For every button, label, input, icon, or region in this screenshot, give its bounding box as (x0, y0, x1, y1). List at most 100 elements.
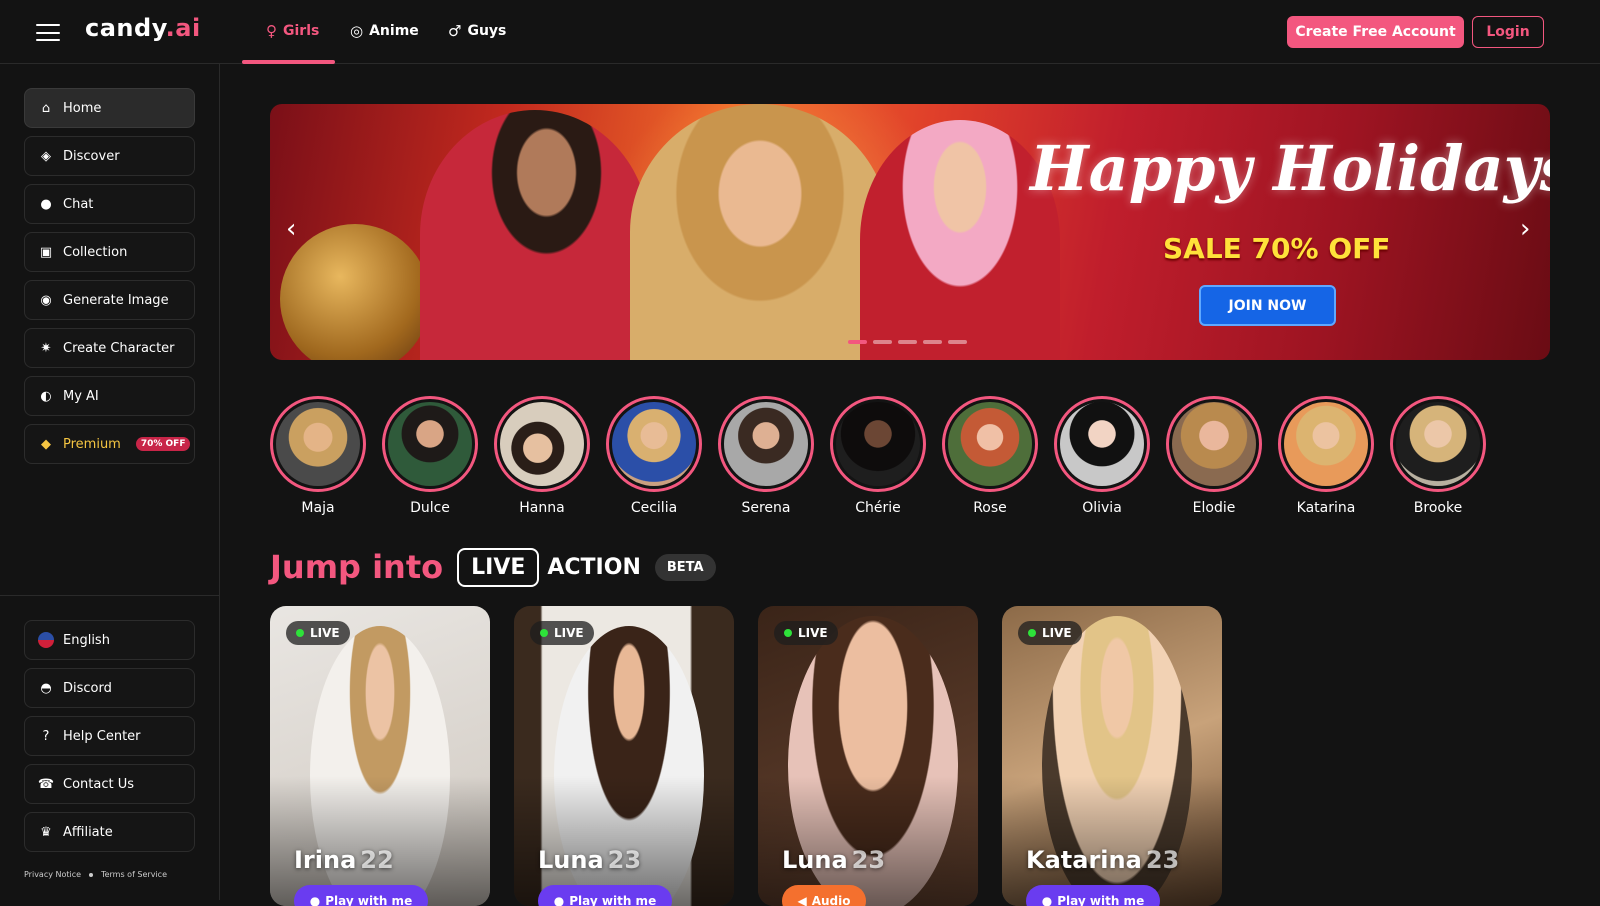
avatar (948, 402, 1032, 486)
carousel-dot[interactable] (948, 340, 967, 344)
carousel-dot[interactable] (923, 340, 942, 344)
tab-label: Girls (283, 23, 320, 39)
terms-link[interactable]: Terms of Service (101, 870, 167, 879)
sidebar-item-collection[interactable]: ▣ Collection (24, 232, 195, 272)
sidebar-item-contact-us[interactable]: ☎ Contact Us (24, 764, 195, 804)
story-item[interactable]: Serena (718, 396, 814, 516)
character-card[interactable]: LIVE Luna 23 ● Play with me (514, 606, 734, 906)
privacy-link[interactable]: Privacy Notice (24, 870, 81, 879)
create-account-button[interactable]: Create Free Account (1287, 16, 1464, 48)
us-flag-icon (38, 632, 54, 648)
play-button[interactable]: ● Play with me (294, 885, 428, 906)
carousel-dot[interactable] (898, 340, 917, 344)
mask-icon: ◐ (40, 388, 52, 404)
play-button[interactable]: ● Play with me (538, 885, 672, 906)
anime-icon: ◎ (350, 22, 364, 40)
character-card[interactable]: LIVE Irina 22 ● Play with me (270, 606, 490, 906)
sidebar-item-home[interactable]: ⌂ Home (24, 88, 195, 128)
live-dot-icon (540, 629, 548, 637)
live-badge-label: LIVE (798, 626, 828, 640)
story-item[interactable]: Katarina (1278, 396, 1374, 516)
language-selector[interactable]: English (24, 620, 195, 660)
card-name-text: Luna (782, 846, 848, 874)
sidebar-item-help-center[interactable]: ? Help Center (24, 716, 195, 756)
live-label: LIVE (457, 547, 540, 587)
story-ring (718, 396, 814, 492)
menu-icon[interactable] (36, 24, 60, 41)
avatar (1172, 402, 1256, 486)
live-badge: LIVE (286, 621, 350, 645)
story-ring (494, 396, 590, 492)
beta-badge: BETA (654, 553, 716, 581)
discount-badge: 70% OFF (135, 437, 191, 451)
avatar (612, 402, 696, 486)
audio-button[interactable]: ◀ Audio (782, 885, 866, 906)
heading-prefix: Jump into (270, 548, 444, 586)
chevron-left-icon[interactable]: ‹ (286, 214, 296, 244)
camera-icon: ◉ (40, 292, 52, 308)
tab-guys[interactable]: ♂ Guys (448, 22, 506, 40)
sidebar-item-my-ai[interactable]: ◐ My AI (24, 376, 195, 416)
login-button[interactable]: Login (1472, 16, 1544, 48)
live-badge-label: LIVE (554, 626, 584, 640)
trophy-icon: ♛ (40, 824, 52, 840)
chevron-right-icon[interactable]: › (1520, 214, 1530, 244)
sidebar-item-chat[interactable]: ● Chat (24, 184, 195, 224)
button-label: Audio (811, 894, 851, 906)
sidebar-item-label: Home (63, 100, 102, 116)
logo[interactable]: candy.ai (85, 14, 201, 42)
story-item[interactable]: Maja (270, 396, 366, 516)
speaker-icon: ◀ (797, 894, 807, 906)
story-item[interactable]: Olivia (1054, 396, 1150, 516)
sidebar-item-discord[interactable]: ◓ Discord (24, 668, 195, 708)
card-name: Luna 23 (538, 846, 641, 874)
sidebar-item-premium[interactable]: ◆ Premium 70% OFF (24, 424, 195, 464)
tab-anime[interactable]: ◎ Anime (350, 22, 419, 40)
promo-banner[interactable]: Happy Holidays SALE 70% OFF JOIN NOW ‹ › (270, 104, 1550, 360)
banner-title: Happy Holidays (1030, 132, 1550, 205)
banner-sale-text: SALE 70% OFF (1163, 232, 1391, 265)
model-image (420, 110, 650, 360)
avatar (388, 402, 472, 486)
tab-label: Anime (369, 23, 419, 39)
story-ring (1390, 396, 1486, 492)
sidebar-item-generate-image[interactable]: ◉ Generate Image (24, 280, 195, 320)
home-icon: ⌂ (41, 100, 51, 116)
compass-icon: ◈ (41, 148, 51, 164)
story-ring (270, 396, 366, 492)
live-badge: LIVE (1018, 621, 1082, 645)
sidebar-item-label: Generate Image (63, 292, 169, 308)
story-item[interactable]: Hanna (494, 396, 590, 516)
logo-text: candy (85, 14, 166, 42)
story-item[interactable]: Dulce (382, 396, 478, 516)
carousel-dot[interactable] (873, 340, 892, 344)
tab-girls[interactable]: ♀ Girls (266, 22, 319, 40)
sidebar-item-create-character[interactable]: ✷ Create Character (24, 328, 195, 368)
card-name-text: Luna (538, 846, 604, 874)
carousel-dots (848, 340, 967, 344)
play-button[interactable]: ● Play with me (1026, 885, 1160, 906)
person-icon: ● (309, 894, 321, 906)
button-label: Play with me (569, 894, 657, 906)
tab-label: Guys (467, 23, 507, 39)
legal-links: Privacy Notice Terms of Service (24, 870, 167, 879)
model-image (630, 104, 890, 360)
character-card[interactable]: LIVE Katarina 23 ● Play with me (1002, 606, 1222, 906)
story-name: Katarina (1296, 500, 1356, 516)
story-ring (942, 396, 1038, 492)
character-card[interactable]: LIVE Luna 23 ◀ Audio (758, 606, 978, 906)
sidebar-item-affiliate[interactable]: ♛ Affiliate (24, 812, 195, 852)
join-now-button[interactable]: JOIN NOW (1199, 285, 1336, 326)
sidebar-item-label: Contact Us (63, 776, 134, 792)
story-name: Hanna (519, 500, 565, 516)
sidebar-item-discover[interactable]: ◈ Discover (24, 136, 195, 176)
story-item[interactable]: Brooke (1390, 396, 1486, 516)
image-icon: ▣ (39, 244, 53, 260)
story-item[interactable]: Elodie (1166, 396, 1262, 516)
carousel-dot[interactable] (848, 340, 867, 344)
story-item[interactable]: Cecilia (606, 396, 702, 516)
help-icon: ? (42, 728, 50, 744)
story-item[interactable]: Rose (942, 396, 1038, 516)
live-badge: LIVE (774, 621, 838, 645)
story-item[interactable]: Chérie (830, 396, 926, 516)
